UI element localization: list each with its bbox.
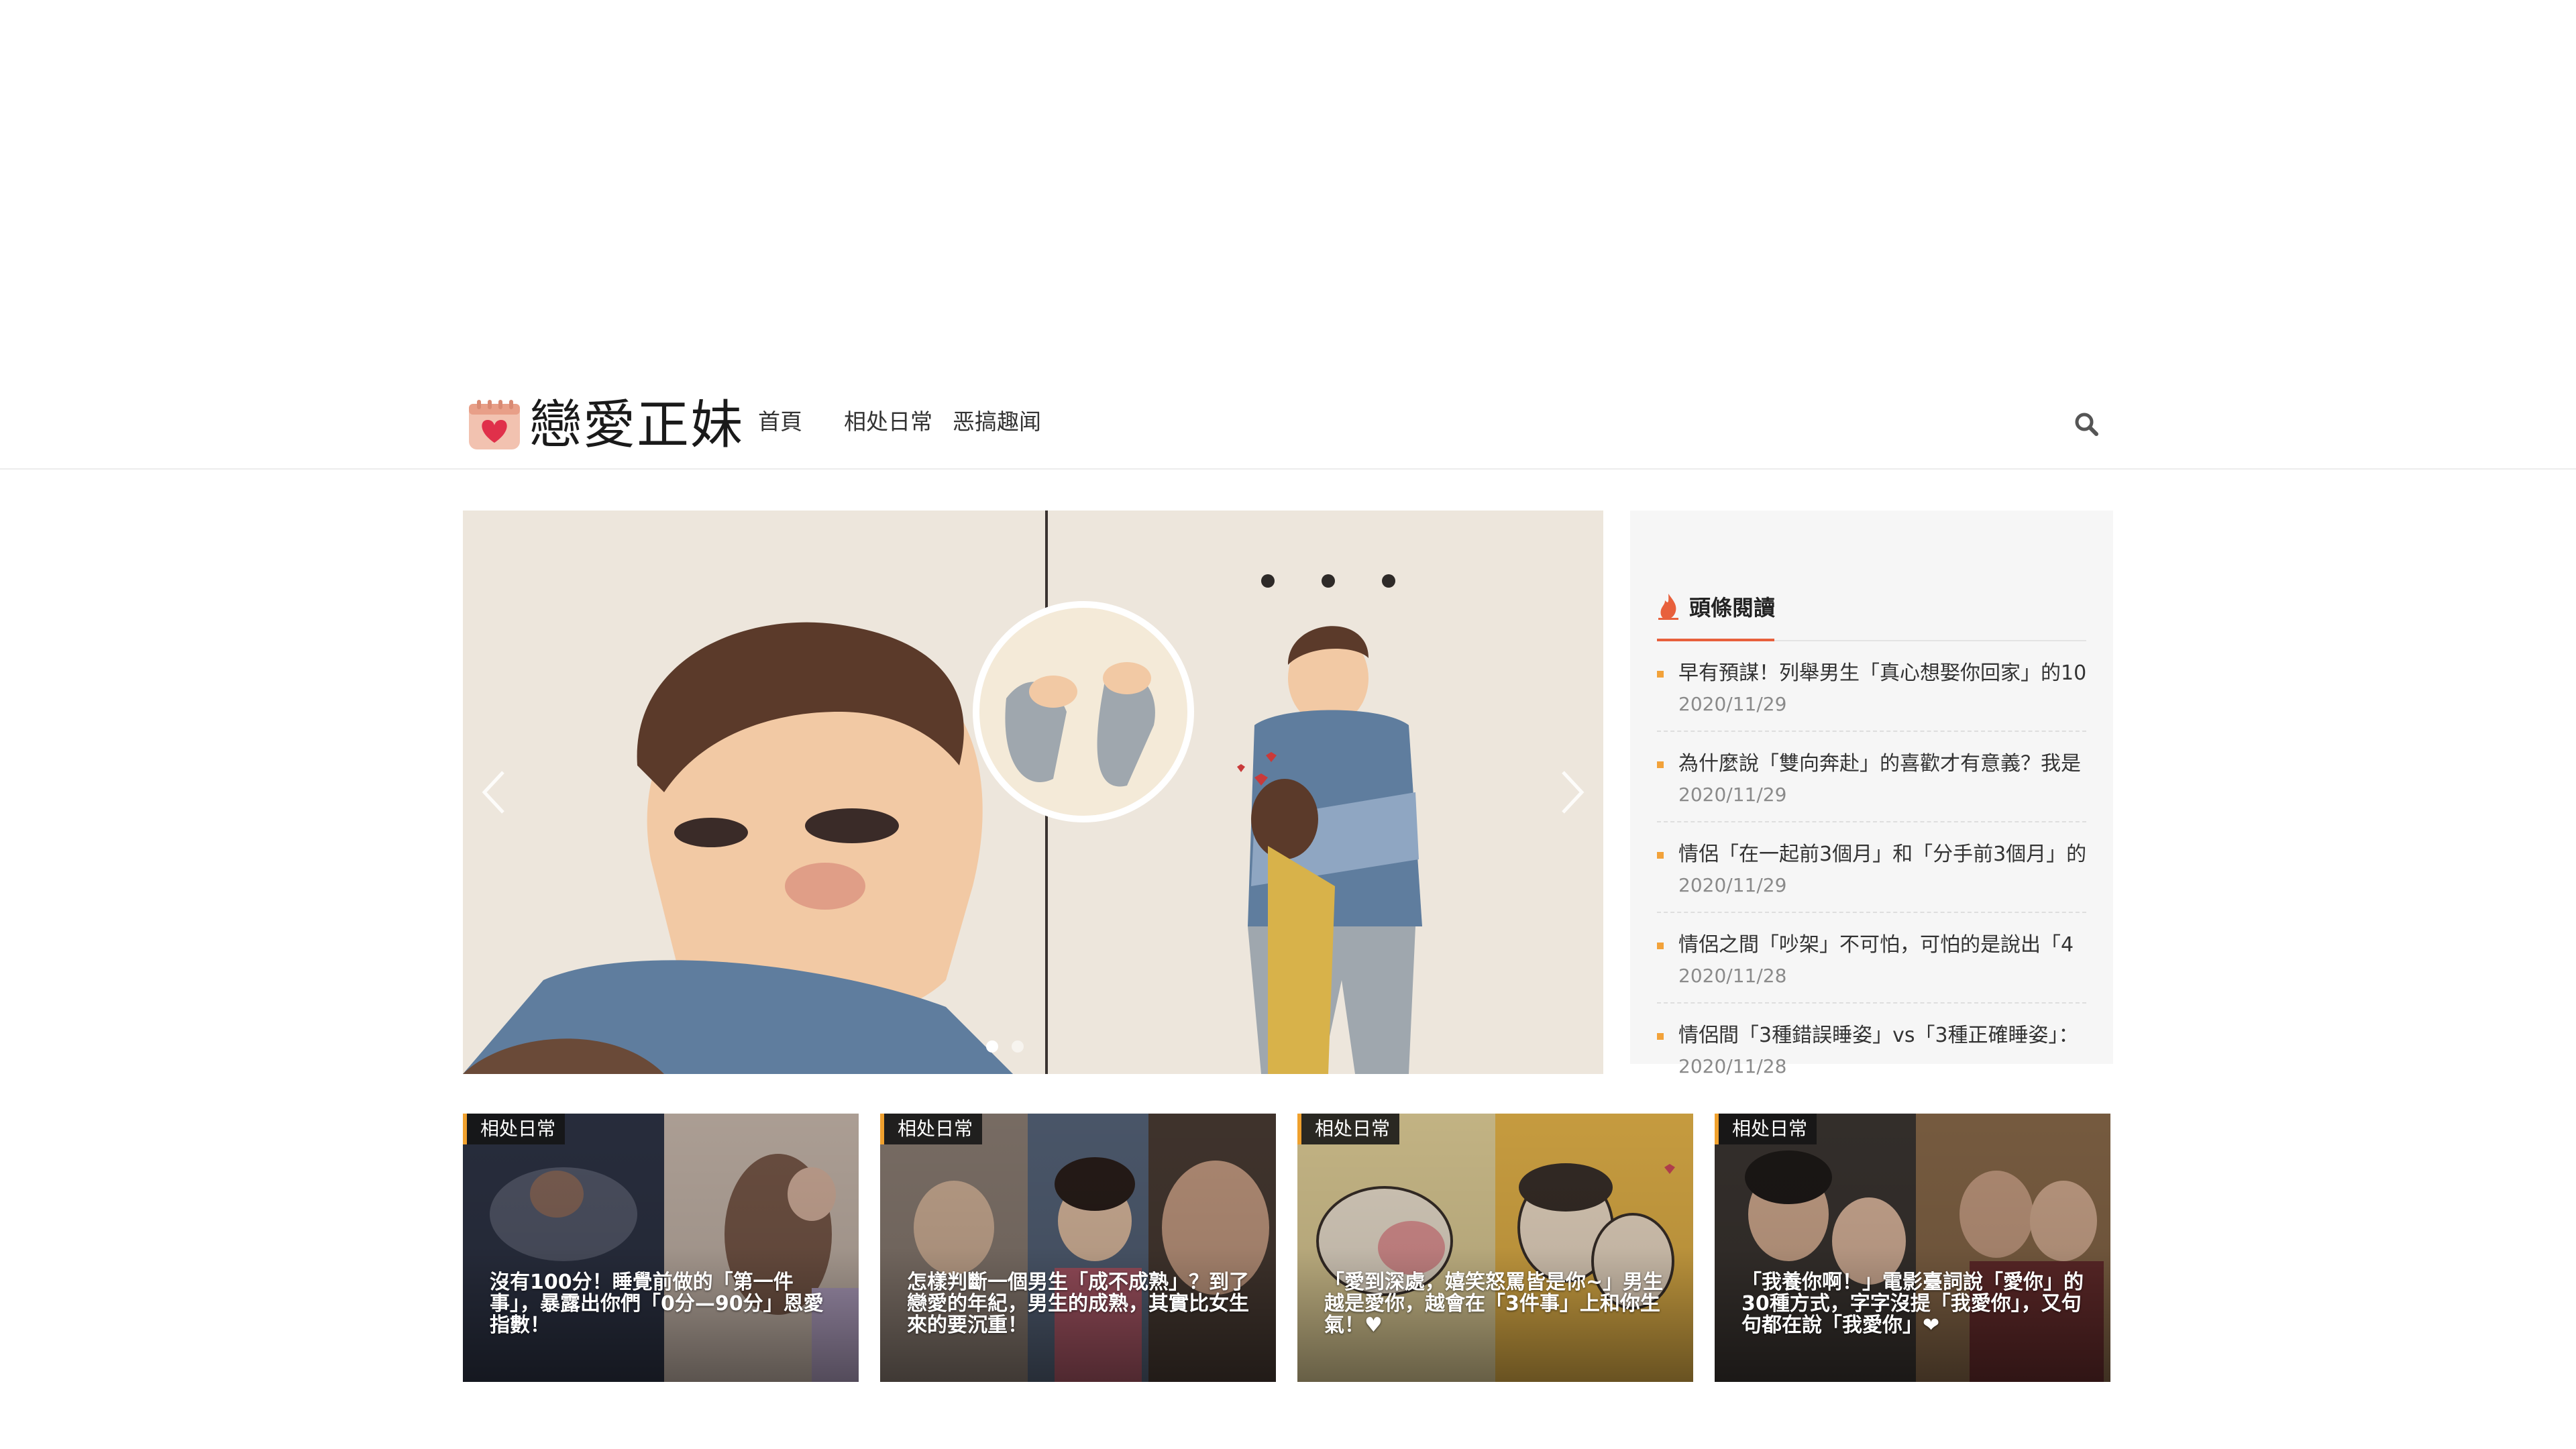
nav-item-funny[interactable]: 恶搞趣闻 bbox=[953, 409, 1041, 435]
article-card-2[interactable]: 相处日常 怎樣判斷一個男生「成不成熟」？到了戀愛的年紀，男生的成熟，其實比女生來… bbox=[880, 1114, 1276, 1382]
headline-list: 早有預謀！列舉男生「真心想娶你回家」的10 2020/11/29 為什麼說「雙向… bbox=[1657, 641, 2086, 1094]
list-item[interactable]: 情侶間「3種錯誤睡姿」vs「3種正確睡姿」： 2020/11/28 bbox=[1657, 1004, 2086, 1094]
site-name: 戀愛正妹 bbox=[529, 395, 745, 455]
card-title[interactable]: 「我養你啊！」電影臺詞說「愛你」的30種方式，字字沒提「我愛你」，又句句都在說「… bbox=[1741, 1272, 2084, 1336]
fire-icon bbox=[1657, 592, 1680, 621]
card-overlay bbox=[1297, 1114, 1693, 1382]
list-item[interactable]: 為什麼說「雙向奔赴」的喜歡才有意義？我是 2020/11/29 bbox=[1657, 732, 2086, 822]
slider-dot-1[interactable] bbox=[986, 1040, 998, 1053]
sidebar-header: 頭條閱讀 bbox=[1657, 551, 2086, 641]
card-overlay bbox=[880, 1114, 1276, 1382]
headline-title[interactable]: 為什麼說「雙向奔赴」的喜歡才有意義？我是 bbox=[1678, 751, 2086, 777]
list-item[interactable]: 情侶之間「吵架」不可怕，可怕的是說出「4 2020/11/28 bbox=[1657, 913, 2086, 1004]
heart-calendar-icon bbox=[466, 398, 523, 452]
headline-date: 2020/11/28 bbox=[1678, 1055, 1787, 1077]
card-title[interactable]: 沒有100分！睡覺前做的「第一件事」，暴露出你們「0分—90分」恩愛指數！ bbox=[490, 1272, 832, 1336]
headline-title[interactable]: 情侶間「3種錯誤睡姿」vs「3種正確睡姿」： bbox=[1678, 1022, 2086, 1049]
category-tag[interactable]: 相处日常 bbox=[880, 1114, 983, 1144]
list-item[interactable]: 情侶「在一起前3個月」和「分手前3個月」的 2020/11/29 bbox=[1657, 822, 2086, 913]
slider-prev-button[interactable] bbox=[476, 765, 517, 819]
card-title[interactable]: 怎樣判斷一個男生「成不成熟」？到了戀愛的年紀，男生的成熟，其實比女生來的要沉重！ bbox=[907, 1272, 1249, 1336]
slide-image bbox=[463, 511, 1603, 1074]
chevron-left-icon bbox=[482, 771, 504, 814]
headline-date: 2020/11/28 bbox=[1678, 965, 1787, 987]
list-item[interactable]: 早有預謀！列舉男生「真心想娶你回家」的10 2020/11/29 bbox=[1657, 641, 2086, 732]
card-overlay bbox=[1715, 1114, 2110, 1382]
slider-pagination bbox=[986, 1040, 1037, 1053]
sidebar-title-text: 頭條閱讀 bbox=[1689, 595, 1776, 621]
headline-date: 2020/11/29 bbox=[1678, 784, 1787, 806]
card-overlay bbox=[463, 1114, 859, 1382]
chevron-right-icon bbox=[1562, 771, 1585, 814]
category-tag[interactable]: 相处日常 bbox=[1297, 1114, 1400, 1144]
nav-item-daily[interactable]: 相处日常 bbox=[844, 409, 932, 435]
hero-slider[interactable] bbox=[463, 511, 1603, 1074]
article-card-3[interactable]: 相处日常 「愛到深處，嬉笑怒罵皆是你~」男生越是愛你，越會在「3件事」上和你生氣… bbox=[1297, 1114, 1693, 1382]
site-logo[interactable]: 戀愛正妹 bbox=[466, 394, 744, 456]
bullet bbox=[1657, 671, 1664, 678]
card-title[interactable]: 「愛到深處，嬉笑怒罵皆是你~」男生越是愛你，越會在「3件事」上和你生氣！♥ bbox=[1324, 1272, 1666, 1336]
category-tag[interactable]: 相处日常 bbox=[1715, 1114, 1817, 1144]
headline-date: 2020/11/29 bbox=[1678, 874, 1787, 896]
headline-date: 2020/11/29 bbox=[1678, 693, 1787, 715]
slider-dot-2[interactable] bbox=[1012, 1040, 1024, 1053]
slider-next-button[interactable] bbox=[1550, 765, 1590, 819]
article-card-4[interactable]: 相处日常 「我養你啊！」電影臺詞說「愛你」的30種方式，字字沒提「我愛你」，又句… bbox=[1715, 1114, 2110, 1382]
headline-title[interactable]: 情侶「在一起前3個月」和「分手前3個月」的 bbox=[1678, 841, 2086, 868]
nav-item-home[interactable]: 首頁 bbox=[758, 409, 802, 435]
headline-title[interactable]: 早有預謀！列舉男生「真心想娶你回家」的10 bbox=[1678, 660, 2086, 687]
category-tag[interactable]: 相处日常 bbox=[463, 1114, 566, 1144]
bullet bbox=[1657, 852, 1664, 859]
article-cards: 相处日常 沒有100分！睡覺前做的「第一件事」，暴露出你們「0分—90分」恩愛指… bbox=[463, 1114, 2113, 1382]
headline-sidebar: 頭條閱讀 早有預謀！列舉男生「真心想娶你回家」的10 2020/11/29 為什… bbox=[1630, 511, 2113, 1077]
header-inner: 戀愛正妹 首頁 相处日常 恶搞趣闻 bbox=[463, 376, 2113, 468]
ad-space bbox=[0, 0, 2576, 376]
bullet bbox=[1657, 1033, 1664, 1040]
sidebar-title: 頭條閱讀 bbox=[1657, 591, 1775, 622]
article-card-1[interactable]: 相处日常 沒有100分！睡覺前做的「第一件事」，暴露出你們「0分—90分」恩愛指… bbox=[463, 1114, 859, 1382]
site-header: 戀愛正妹 首頁 相处日常 恶搞趣闻 bbox=[0, 376, 2576, 470]
search-icon[interactable] bbox=[2073, 411, 2100, 437]
bullet bbox=[1657, 943, 1664, 949]
bullet bbox=[1657, 761, 1664, 768]
headline-title[interactable]: 情侶之間「吵架」不可怕，可怕的是說出「4 bbox=[1678, 932, 2086, 959]
main-nav: 首頁 相处日常 恶搞趣闻 bbox=[758, 376, 1083, 468]
